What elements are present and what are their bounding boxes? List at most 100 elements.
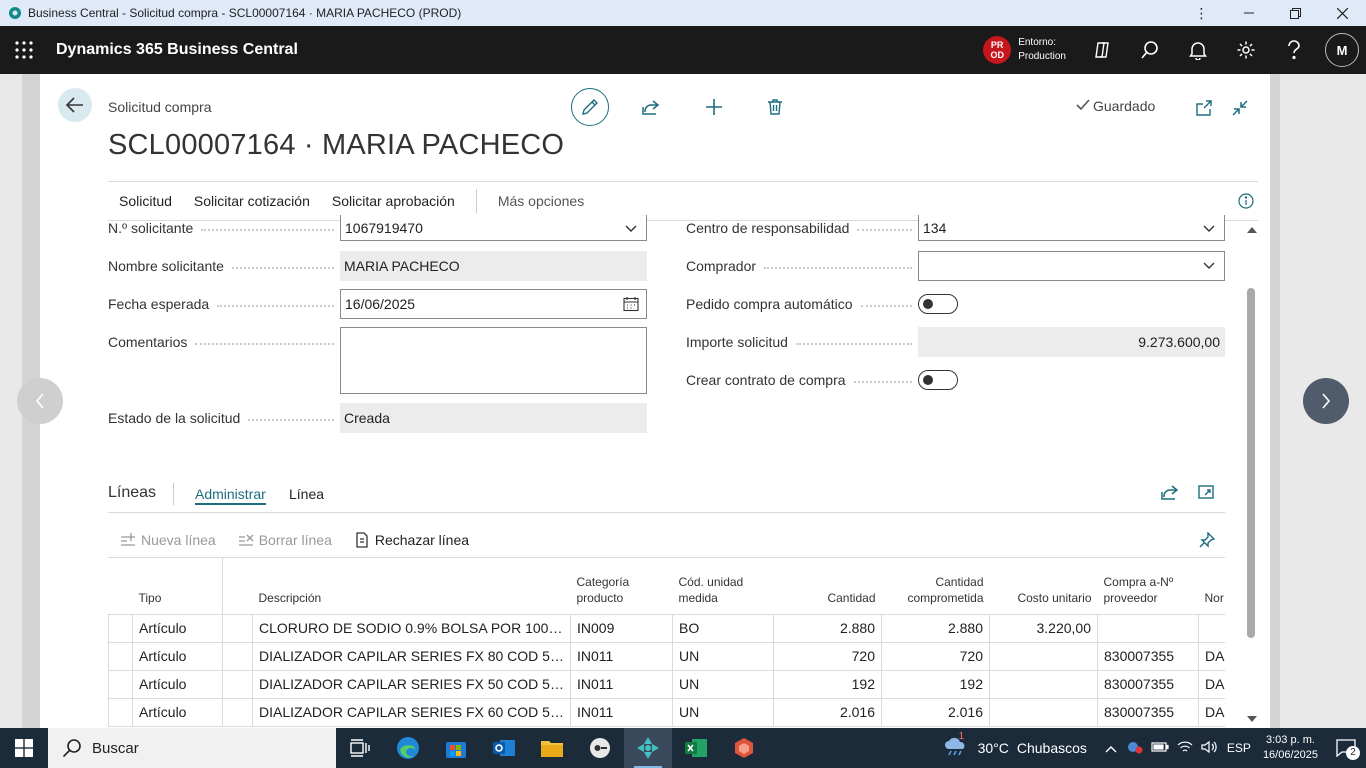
minimize-button[interactable]: [1225, 0, 1272, 26]
lines-expand-icon[interactable]: [1198, 484, 1216, 502]
wifi-icon[interactable]: [1177, 740, 1193, 757]
cell-unidad[interactable]: BO: [672, 613, 774, 643]
cell-cantidad[interactable]: 192: [773, 669, 882, 699]
cell-tipo[interactable]: Artículo: [132, 697, 223, 727]
cell-categoria[interactable]: IN009: [570, 613, 673, 643]
microsoft-store-icon[interactable]: [432, 728, 480, 768]
next-record-button[interactable]: [1303, 378, 1349, 424]
search-icon[interactable]: [1126, 26, 1174, 74]
cell-tipo[interactable]: Artículo: [132, 613, 223, 643]
cell-nombre[interactable]: [1198, 613, 1225, 643]
tab-administrar[interactable]: Administrar: [195, 486, 266, 505]
more-options-button[interactable]: Más opciones: [498, 193, 584, 209]
tray-app-icon[interactable]: [1127, 739, 1143, 758]
row-selector[interactable]: [108, 641, 133, 671]
pin-icon[interactable]: [1199, 531, 1216, 548]
cell-comprometida[interactable]: 192: [881, 669, 990, 699]
column-header-costo[interactable]: Costo unitario: [990, 558, 1098, 614]
cell-nombre[interactable]: DA: [1198, 669, 1225, 699]
cell-comprometida[interactable]: 2.016: [881, 697, 990, 727]
restore-button[interactable]: [1272, 0, 1319, 26]
column-header-proveedor[interactable]: Compra a-Nº proveedor: [1098, 558, 1199, 614]
no-solicitante-select[interactable]: 1067919470: [340, 215, 647, 241]
excel-icon[interactable]: [672, 728, 720, 768]
chrome-icon[interactable]: [576, 728, 624, 768]
table-row[interactable]: Artículo DIALIZADOR CAPILAR SERIES FX 80…: [108, 641, 1225, 671]
cell-descripcion[interactable]: DIALIZADOR CAPILAR SERIES FX 60 COD 5008…: [252, 697, 571, 727]
cell-cantidad[interactable]: 720: [773, 641, 882, 671]
window-menu-icon[interactable]: ⋮: [1178, 0, 1225, 26]
row-selector[interactable]: [108, 613, 133, 643]
collapse-icon[interactable]: [1229, 97, 1251, 119]
row-selector[interactable]: [108, 669, 133, 699]
app-name[interactable]: Dynamics 365 Business Central: [56, 41, 298, 59]
cell-costo[interactable]: [989, 669, 1098, 699]
scrollbar-thumb[interactable]: [1247, 288, 1255, 638]
settings-gear-icon[interactable]: [1222, 26, 1270, 74]
close-window-button[interactable]: [1319, 0, 1366, 26]
environment-info[interactable]: Entorno: Production: [1018, 36, 1066, 64]
cell-comprometida[interactable]: 2.880: [881, 613, 990, 643]
environment-badge[interactable]: PR OD: [983, 36, 1012, 64]
cell-cantidad[interactable]: 2.016: [773, 697, 882, 727]
copilot-icon[interactable]: [1078, 26, 1126, 74]
cell-unidad[interactable]: UN: [672, 669, 774, 699]
crear-contrato-compra-toggle[interactable]: [918, 370, 958, 390]
notifications-bell-icon[interactable]: [1174, 26, 1222, 74]
file-explorer-icon[interactable]: [528, 728, 576, 768]
column-header-cantidad[interactable]: Cantidad: [774, 558, 882, 614]
start-button[interactable]: [0, 728, 48, 768]
calendar-icon[interactable]: [623, 296, 639, 312]
info-icon[interactable]: [1238, 193, 1254, 209]
delete-trash-icon[interactable]: [764, 96, 786, 118]
notification-center-icon[interactable]: 2: [1326, 728, 1366, 768]
volume-icon[interactable]: [1201, 740, 1217, 757]
previous-record-button[interactable]: [17, 378, 63, 424]
row-selector[interactable]: [108, 697, 133, 727]
office-app-icon[interactable]: [720, 728, 768, 768]
cell-categoria[interactable]: IN011: [570, 697, 673, 727]
column-header-categoria[interactable]: Categoría producto: [571, 558, 673, 614]
clock[interactable]: 3:03 p. m. 16/06/2025: [1263, 733, 1318, 763]
table-row[interactable]: Artículo DIALIZADOR CAPILAR SERIES FX 60…: [108, 697, 1225, 727]
cell-nombre[interactable]: DA: [1198, 641, 1225, 671]
help-icon[interactable]: [1270, 26, 1318, 74]
column-header-nombre[interactable]: Nor: [1199, 558, 1226, 614]
cell-categoria[interactable]: IN011: [570, 641, 673, 671]
cell-categoria[interactable]: IN011: [570, 669, 673, 699]
scroll-down-arrow-icon[interactable]: [1247, 716, 1257, 722]
cell-comprometida[interactable]: 720: [881, 641, 990, 671]
weather-widget[interactable]: 1 30°C Chubascos: [944, 731, 1087, 759]
cell-tipo[interactable]: Artículo: [132, 669, 223, 699]
action-solicitar-aprobacion[interactable]: Solicitar aprobación: [332, 193, 455, 209]
back-button[interactable]: [58, 88, 92, 122]
cell-tipo[interactable]: Artículo: [132, 641, 223, 671]
tab-linea[interactable]: Línea: [289, 486, 324, 502]
taskbar-search[interactable]: Buscar: [48, 728, 336, 768]
column-header-descripcion[interactable]: Descripción: [253, 558, 571, 614]
task-view-icon[interactable]: [336, 728, 384, 768]
open-new-window-icon[interactable]: [1193, 97, 1215, 119]
fecha-esperada-field[interactable]: 16/06/2025: [340, 289, 647, 319]
table-row[interactable]: Artículo DIALIZADOR CAPILAR SERIES FX 50…: [108, 669, 1225, 699]
share-icon[interactable]: [640, 96, 662, 118]
cell-proveedor[interactable]: 830007355: [1097, 641, 1199, 671]
vertical-scrollbar[interactable]: [1245, 220, 1259, 728]
cell-proveedor[interactable]: [1097, 613, 1199, 643]
cell-unidad[interactable]: UN: [672, 697, 774, 727]
action-solicitud[interactable]: Solicitud: [119, 193, 172, 209]
cell-costo[interactable]: [989, 697, 1098, 727]
cell-proveedor[interactable]: 830007355: [1097, 697, 1199, 727]
cell-costo[interactable]: 3.220,00: [989, 613, 1098, 643]
edit-button[interactable]: [571, 88, 609, 126]
lines-share-icon[interactable]: [1161, 484, 1179, 502]
lines-section-title[interactable]: Líneas: [108, 484, 156, 502]
cell-nombre[interactable]: DA: [1198, 697, 1225, 727]
cell-unidad[interactable]: UN: [672, 641, 774, 671]
app-launcher-icon[interactable]: [0, 26, 48, 74]
reject-line-button[interactable]: Rechazar línea: [354, 532, 469, 548]
delete-line-button[interactable]: Borrar línea: [238, 532, 332, 548]
battery-icon[interactable]: [1151, 740, 1169, 756]
cell-descripcion[interactable]: CLORURO DE SODIO 0.9% BOLSA POR 1000 ML.…: [252, 613, 571, 643]
cell-cantidad[interactable]: 2.880: [773, 613, 882, 643]
